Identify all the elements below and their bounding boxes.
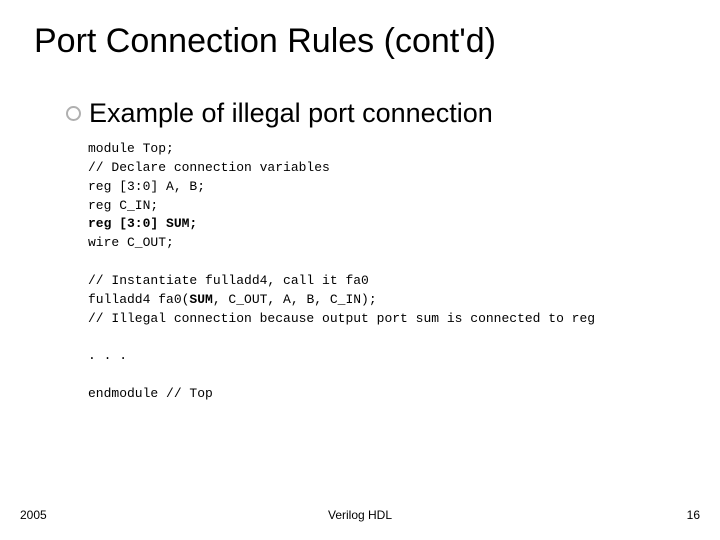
code-line: // Illegal connection because output por… [88,311,595,326]
code-line: endmodule // Top [88,386,213,401]
slide-title: Port Connection Rules (cont'd) [34,22,496,61]
code-line: . . . [88,348,127,363]
bullet-text: Example of illegal port connection [89,98,493,129]
code-line: reg C_IN; [88,198,158,213]
code-block: module Top; // Declare connection variab… [88,140,595,404]
footer-center: Verilog HDL [0,508,720,522]
code-line: reg [3:0] A, B; [88,179,205,194]
code-line: , C_OUT, A, B, C_IN); [213,292,377,307]
slide: Port Connection Rules (cont'd) Example o… [0,0,720,540]
code-line: // Instantiate fulladd4, call it fa0 [88,273,369,288]
code-line: wire C_OUT; [88,235,174,250]
bullet-row: Example of illegal port connection [66,98,493,129]
code-bold: SUM [189,292,212,307]
code-line: // Declare connection variables [88,160,330,175]
code-line-bold: reg [3:0] SUM; [88,216,197,231]
code-line: module Top; [88,141,174,156]
code-line: fulladd4 fa0( [88,292,189,307]
footer-page: 16 [687,508,700,522]
bullet-icon [66,106,81,121]
